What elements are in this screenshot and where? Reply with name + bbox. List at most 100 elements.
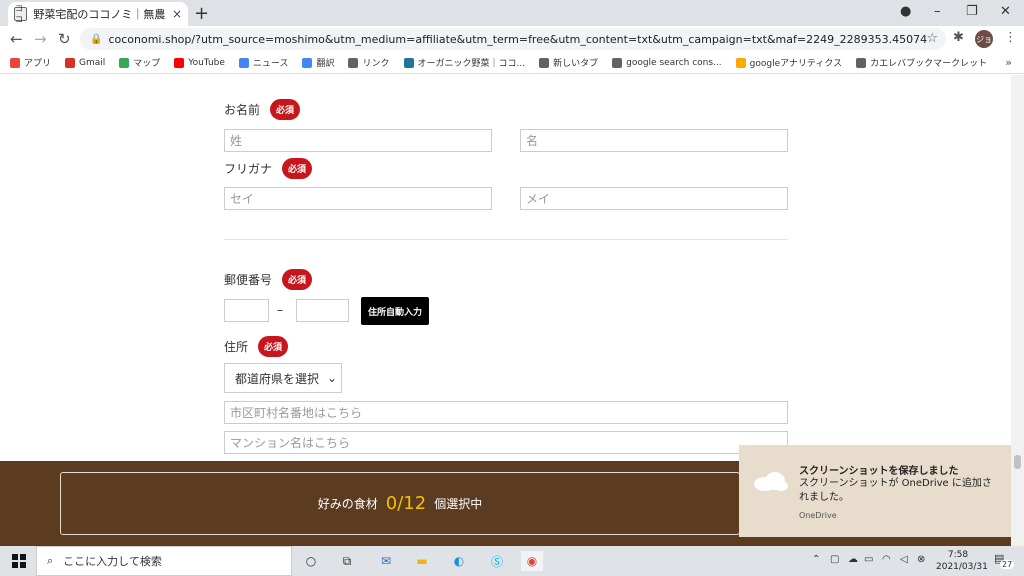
bookmark-favicon-icon <box>856 57 867 68</box>
browser-tab[interactable]: ココ 野菜宅配のココノミ｜無農薬野菜や × <box>8 2 188 26</box>
bookmark-favicon-icon <box>10 57 20 68</box>
first-name-input[interactable]: 名 <box>520 129 788 152</box>
city-address-input[interactable]: 市区町村名番地はこちら <box>224 401 788 424</box>
network-icon[interactable]: ◠ <box>882 554 891 565</box>
required-badge: 必須 <box>282 158 313 179</box>
bookmark-favicon-icon <box>302 57 313 68</box>
onedrive-tray-icon[interactable]: ☁ <box>848 554 858 565</box>
tray-overflow-icon[interactable]: ⌃ <box>812 554 820 565</box>
task-view-icon[interactable]: ⧉ <box>336 551 358 571</box>
page-scrollbar[interactable] <box>1011 75 1024 546</box>
file-explorer-icon[interactable]: ▬ <box>411 551 433 571</box>
minimize-icon[interactable]: – <box>934 4 941 19</box>
bookmark-label: YouTube <box>188 57 225 68</box>
bookmark-label: 翻訳 <box>316 59 335 69</box>
bookmark-label: オーガニック野菜｜ココ... <box>417 59 526 69</box>
prefecture-select-value: 都道府県を選択 <box>235 371 320 386</box>
bookmark-item[interactable]: Gmail <box>65 57 106 68</box>
bookmark-label: マップ <box>133 59 161 69</box>
taskbar-search-placeholder: ここに入力して検索 <box>63 555 162 568</box>
bookmark-item[interactable]: 翻訳 <box>302 56 334 69</box>
bookmark-item[interactable]: googleアナリティクス <box>735 56 843 69</box>
bookmark-item[interactable]: カエレバブックマークレット <box>856 56 987 69</box>
postal-label-row: 郵便番号 必須 <box>224 269 313 290</box>
bookmark-favicon-icon <box>174 57 185 68</box>
bookmark-item[interactable]: アプリ <box>10 56 51 69</box>
windows-taskbar: ⌕ ここに入力して検索 ○ ⧉ ✉ ▬ ◐ Ⓢ ◉ ⌃ ▢ ☁ ▭ ◠ ◁ ⊗ … <box>0 546 1024 576</box>
postal-code-second-input[interactable] <box>296 299 349 322</box>
last-name-input[interactable]: 姓 <box>224 129 492 152</box>
address-bar[interactable]: 🔒 coconomi.shop/?utm_source=moshimo&utm_… <box>80 28 946 50</box>
notification-count-badge: 27 <box>1000 560 1015 569</box>
bookmark-label: 新しいタブ <box>553 59 599 69</box>
selection-suffix: 個選択中 <box>434 497 483 511</box>
selected-items-button[interactable]: 好みの食材 0/12 個選択中 <box>60 472 740 535</box>
bookmark-label: ニュース <box>252 59 289 69</box>
reload-icon[interactable]: ↻ <box>58 30 71 48</box>
site-favicon-icon: ココ <box>14 4 28 24</box>
notification-source: OneDrive <box>799 511 837 520</box>
ime-icon[interactable]: ⊗ <box>917 554 925 565</box>
mail-icon[interactable]: ✉ <box>375 551 397 571</box>
bookmarks-overflow-icon[interactable]: » <box>1005 56 1012 69</box>
clock-date: 2021/03/31 <box>936 562 988 572</box>
menu-icon[interactable]: ⋮ <box>1004 30 1017 45</box>
extensions-icon[interactable]: ✱ <box>953 30 964 45</box>
chrome-icon[interactable]: ◉ <box>521 551 543 571</box>
skype-icon[interactable]: Ⓢ <box>486 551 508 571</box>
windows-start-icon[interactable] <box>12 554 26 568</box>
battery-icon[interactable]: ▭ <box>864 554 873 565</box>
taskbar-search[interactable]: ⌕ ここに入力して検索 <box>36 546 292 576</box>
first-kana-input[interactable]: メイ <box>520 187 788 210</box>
bookmark-item[interactable]: 新しいタブ <box>539 56 598 69</box>
bookmark-item[interactable]: オーガニック野菜｜ココ... <box>403 56 526 69</box>
bookmark-favicon-icon <box>119 57 130 68</box>
address-label-row: 住所 必須 <box>224 336 289 357</box>
bookmark-favicon-icon <box>735 57 746 68</box>
selection-prefix: 好みの食材 <box>317 497 378 511</box>
kana-label-row: フリガナ 必須 <box>224 158 313 179</box>
bookmark-label: googleアナリティクス <box>749 59 843 69</box>
bookmark-star-icon[interactable]: ☆ <box>926 31 938 46</box>
chevron-down-icon: ⌄ <box>327 371 338 385</box>
chrome-media-icon[interactable]: ● <box>900 4 911 19</box>
search-icon: ⌕ <box>47 554 54 567</box>
tab-close-icon[interactable]: × <box>172 7 182 21</box>
building-name-input[interactable]: マンション名はこちら <box>224 431 788 454</box>
bookmark-label: アプリ <box>24 59 52 69</box>
back-icon[interactable]: ← <box>10 30 23 48</box>
bookmark-item[interactable]: YouTube <box>174 57 225 68</box>
meet-now-icon[interactable]: ▢ <box>830 554 839 565</box>
browser-tab-strip: ココ 野菜宅配のココノミ｜無農薬野菜や × + ● – ❐ ✕ <box>0 0 1024 26</box>
bookmark-item[interactable]: リンク <box>348 56 390 69</box>
bookmark-label: Gmail <box>79 57 106 68</box>
last-kana-input[interactable]: セイ <box>224 187 492 210</box>
url-text[interactable]: coconomi.shop/?utm_source=moshimo&utm_me… <box>108 33 928 46</box>
required-badge: 必須 <box>258 336 289 357</box>
onedrive-notification[interactable]: スクリーンショットを保存しました スクリーンショットが OneDrive に追加… <box>739 445 1013 537</box>
postal-dash: – <box>277 303 283 317</box>
bookmark-favicon-icon <box>612 57 623 68</box>
volume-icon[interactable]: ◁ <box>900 554 908 565</box>
forward-icon[interactable]: → <box>34 30 47 48</box>
notification-body: スクリーンショットが OneDrive に追加されました。 <box>799 478 992 503</box>
new-tab-button[interactable]: + <box>194 3 209 24</box>
bookmark-item[interactable]: google search cons... <box>612 57 722 68</box>
prefecture-select[interactable]: 都道府県を選択 ⌄ <box>224 363 342 393</box>
lock-icon[interactable]: 🔒 <box>90 34 102 45</box>
profile-avatar[interactable]: ジョ <box>975 30 993 48</box>
restore-icon[interactable]: ❐ <box>966 4 978 19</box>
scrollbar-thumb[interactable] <box>1014 455 1021 469</box>
taskbar-clock[interactable]: 7:58 2021/03/31 <box>936 549 988 573</box>
bookmark-item[interactable]: ニュース <box>238 56 289 69</box>
edge-icon[interactable]: ◐ <box>448 551 470 571</box>
bookmark-label: リンク <box>362 59 390 69</box>
postal-label: 郵便番号 <box>224 273 273 287</box>
address-autofill-button[interactable]: 住所自動入力 <box>361 297 429 325</box>
bookmark-item[interactable]: マップ <box>119 56 160 69</box>
postal-code-first-input[interactable] <box>224 299 269 322</box>
cortana-icon[interactable]: ○ <box>300 551 322 571</box>
required-badge: 必須 <box>270 99 301 120</box>
kana-label: フリガナ <box>224 162 273 176</box>
close-window-icon[interactable]: ✕ <box>1000 4 1011 19</box>
